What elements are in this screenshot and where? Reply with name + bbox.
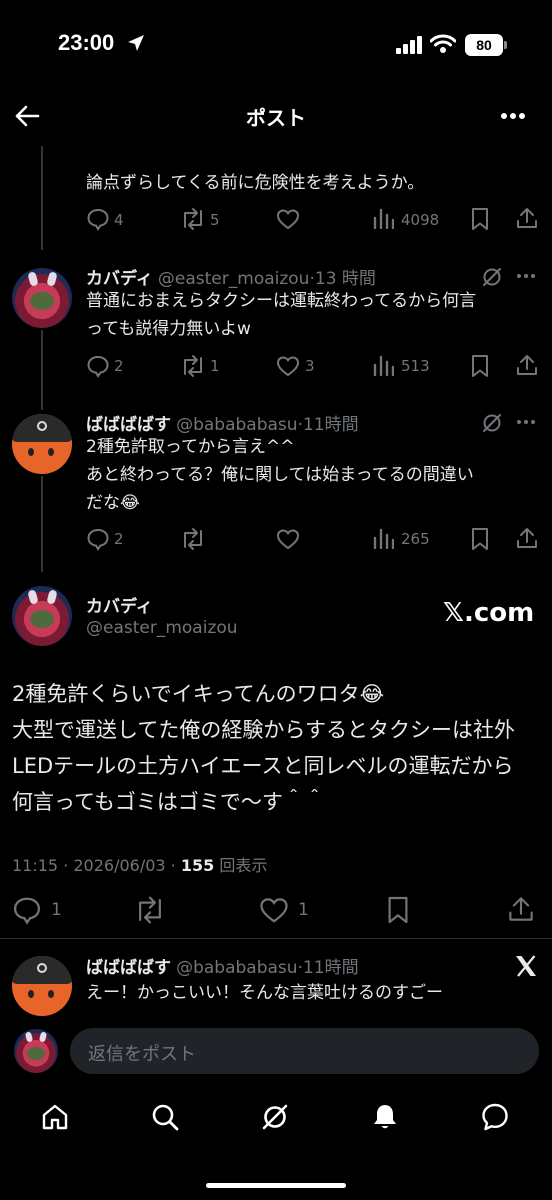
reply-count: 2 — [114, 357, 124, 375]
post-author-line: カバディ @easter_moaizou·13 時間 — [86, 269, 376, 289]
author-handle[interactable]: @babababasu — [176, 415, 297, 435]
repost-count: 5 — [210, 211, 220, 229]
reply-icon[interactable] — [86, 354, 110, 378]
status-time: 23:00 — [58, 30, 115, 55]
repost-icon[interactable] — [180, 527, 206, 551]
reply-count: 2 — [114, 530, 124, 548]
view-count: 4098 — [401, 211, 440, 229]
like-icon[interactable] — [276, 207, 300, 231]
post-text-line: っても説得力無いよw — [86, 319, 251, 339]
reply-count: 1 — [51, 900, 62, 920]
reply-icon[interactable] — [86, 207, 110, 231]
share-icon[interactable] — [516, 526, 538, 550]
main-post-text-line: LEDテールの土方ハイエースと同レベルの運転だから — [12, 754, 514, 778]
bookmark-icon[interactable] — [470, 527, 490, 551]
author-handle[interactable]: @easter_moaizou — [158, 269, 310, 289]
views-label: 回表示 — [214, 856, 268, 875]
repost-icon[interactable] — [180, 354, 206, 378]
like-count: 3 — [305, 357, 315, 375]
bookmark-icon[interactable] — [470, 207, 490, 231]
x-logo-icon — [513, 953, 539, 979]
views-icon[interactable] — [372, 207, 394, 229]
author-handle[interactable]: @easter_moaizou — [86, 618, 238, 638]
cellular-signal-icon — [396, 36, 424, 54]
post-author-line: ばばばばす @babababasu·11時間 — [86, 958, 359, 978]
more-options-icon[interactable] — [500, 112, 526, 120]
wifi-icon — [430, 34, 456, 54]
repost-count: 1 — [210, 357, 220, 375]
divider — [0, 938, 552, 939]
reply-count: 4 — [114, 211, 124, 229]
like-count: 1 — [298, 900, 309, 920]
battery-cap — [504, 41, 507, 49]
bookmark-icon[interactable] — [470, 354, 490, 378]
battery-indicator: 80 — [465, 34, 503, 56]
post-time: 11時間 — [302, 415, 359, 435]
share-icon[interactable] — [516, 353, 538, 377]
post-text-line: 2種免許取ってから言え^^ — [86, 437, 295, 457]
share-icon[interactable] — [516, 206, 538, 230]
views-count[interactable]: 155 — [181, 856, 214, 875]
grok-icon[interactable] — [481, 412, 503, 434]
views-icon[interactable] — [372, 527, 394, 549]
post-text: 論点ずらしてくる前に危険性を考えようか。 — [86, 173, 425, 193]
post-author-line: ばばばばす @babababasu·11時間 — [86, 415, 359, 435]
view-count: 265 — [401, 530, 430, 548]
author-name[interactable]: ばばばばす — [86, 958, 171, 978]
reply-icon[interactable] — [12, 895, 42, 925]
thread-line — [41, 476, 43, 572]
post-text-line: あと終わってる？俺に関しては始まってるの間違い — [86, 465, 474, 485]
search-icon[interactable] — [150, 1102, 180, 1132]
reply-input-placeholder: 返信をポスト — [88, 1044, 196, 1065]
more-options-icon[interactable] — [516, 273, 536, 279]
notifications-icon[interactable] — [370, 1102, 400, 1132]
like-icon[interactable] — [276, 354, 300, 378]
views-icon[interactable] — [372, 354, 394, 376]
author-handle[interactable]: @babababasu — [176, 958, 297, 978]
xcom-watermark: 𝕏.com — [443, 598, 535, 628]
page-title: ポスト — [246, 106, 306, 130]
like-icon[interactable] — [276, 527, 300, 551]
reply-icon[interactable] — [86, 527, 110, 551]
post-time: 13 時間 — [314, 269, 376, 289]
main-post-text: 2種免許くらいでイキってんのワロタ😂 大型で運送してた俺の経験からするとタクシー… — [12, 676, 547, 820]
home-icon[interactable] — [40, 1102, 70, 1132]
home-indicator — [206, 1183, 346, 1188]
author-name[interactable]: カバディ — [86, 592, 153, 617]
messages-icon[interactable] — [480, 1102, 510, 1132]
post-metadata: 11:15 · 2026/06/03 · 155 回表示 — [12, 852, 267, 876]
avatar[interactable] — [12, 414, 72, 474]
location-arrow-icon — [126, 33, 146, 53]
post-time: 11時間 — [302, 958, 359, 978]
avatar[interactable] — [14, 1029, 58, 1073]
avatar[interactable] — [12, 956, 72, 1016]
author-name[interactable]: ばばばばす — [86, 415, 171, 435]
view-count: 513 — [401, 357, 430, 375]
repost-icon[interactable] — [134, 895, 166, 925]
like-icon[interactable] — [259, 895, 289, 925]
author-name[interactable]: カバディ — [86, 269, 153, 289]
post-timestamp: 11:15 · 2026/06/03 · — [12, 856, 181, 875]
thread-line — [41, 330, 43, 410]
thread-line — [41, 146, 43, 250]
post-text: えー！かっこいい！そんな言葉吐けるのすごー — [86, 983, 443, 1003]
grok-icon[interactable] — [481, 266, 503, 288]
bookmark-icon[interactable] — [386, 895, 410, 925]
repost-icon[interactable] — [180, 207, 206, 231]
post-text-line: だな😂 — [86, 493, 140, 513]
avatar[interactable] — [12, 586, 72, 646]
main-post-text-line: 大型で運送してた俺の経験からするとタクシーは社外 — [12, 718, 515, 742]
more-options-icon[interactable] — [516, 419, 536, 425]
post-text-line: 普通におまえらタクシーは運転終わってるから何言 — [86, 291, 477, 311]
share-icon[interactable] — [508, 894, 534, 924]
main-post-text-line: 2種免許くらいでイキってんのワロタ😂 — [12, 682, 385, 706]
grok-icon[interactable] — [260, 1102, 290, 1132]
avatar[interactable] — [12, 268, 72, 328]
main-post-text-line: 何言ってもゴミはゴミで〜す＾＾ — [12, 790, 325, 814]
